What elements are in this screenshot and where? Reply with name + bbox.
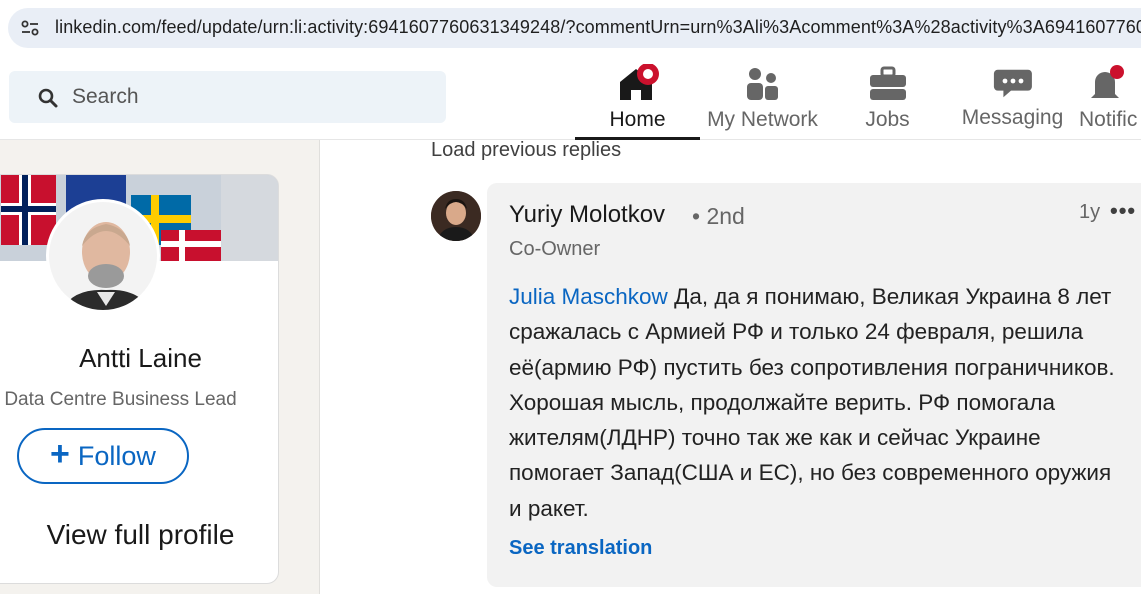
nav-notifications[interactable]: Notific: [1075, 56, 1141, 140]
comment-author-headline: Co-Owner: [509, 238, 601, 260]
view-full-profile-link[interactable]: View full profile: [0, 519, 278, 551]
nav-home[interactable]: Home: [575, 56, 700, 140]
nav-my-network-label: My Network: [707, 108, 818, 131]
connection-degree: • 2nd: [692, 203, 745, 229]
profile-card: Antti Laine Data Centre Business Lead + …: [0, 174, 279, 584]
messaging-icon: [993, 69, 1032, 98]
comment-timestamp: 1y: [1079, 201, 1101, 223]
load-previous-replies-link[interactable]: Load previous replies: [431, 139, 621, 162]
profile-name[interactable]: Antti Laine: [0, 343, 278, 374]
plus-icon: +: [50, 435, 70, 473]
nav-my-network[interactable]: My Network: [700, 56, 825, 140]
search-input[interactable]: Search: [9, 71, 446, 123]
comment-body: Да, да я понимаю, Великая Украина 8 лет …: [509, 284, 1115, 521]
search-placeholder: Search: [72, 85, 139, 108]
url-text[interactable]: linkedin.com/feed/update/urn:li:activity…: [55, 17, 1141, 38]
bell-icon: [1091, 65, 1124, 98]
network-icon: [746, 68, 778, 100]
nav-notifications-label: Notific: [1079, 108, 1138, 131]
see-translation-link[interactable]: See translation: [509, 537, 652, 560]
commenter-avatar[interactable]: [431, 191, 481, 241]
nav-jobs[interactable]: Jobs: [825, 56, 950, 140]
tune-icon[interactable]: [20, 18, 40, 38]
follow-label: Follow: [77, 440, 156, 471]
nav-home-label: Home: [609, 108, 666, 131]
follow-button[interactable]: + Follow: [17, 428, 189, 484]
comment-author-name[interactable]: Yuriy Molotkov: [509, 201, 665, 229]
nav-messaging[interactable]: Messaging: [950, 56, 1075, 140]
briefcase-icon: [869, 66, 906, 100]
comment-mention-link[interactable]: Julia Maschkow: [509, 284, 668, 309]
more-options-icon[interactable]: •••: [1110, 198, 1136, 224]
top-navigation: Search Home My Network Jobs Messaging No…: [0, 56, 1141, 140]
home-icon: [619, 64, 659, 100]
profile-avatar[interactable]: [46, 199, 160, 313]
profile-headline: Data Centre Business Lead: [4, 389, 237, 410]
nav-jobs-label: Jobs: [865, 108, 910, 131]
browser-address-bar: linkedin.com/feed/update/urn:li:activity…: [0, 0, 1141, 56]
nav-messaging-label: Messaging: [961, 106, 1064, 129]
search-icon: [38, 88, 58, 108]
comment-text: Julia Maschkow Да, да я понимаю, Великая…: [509, 279, 1124, 526]
